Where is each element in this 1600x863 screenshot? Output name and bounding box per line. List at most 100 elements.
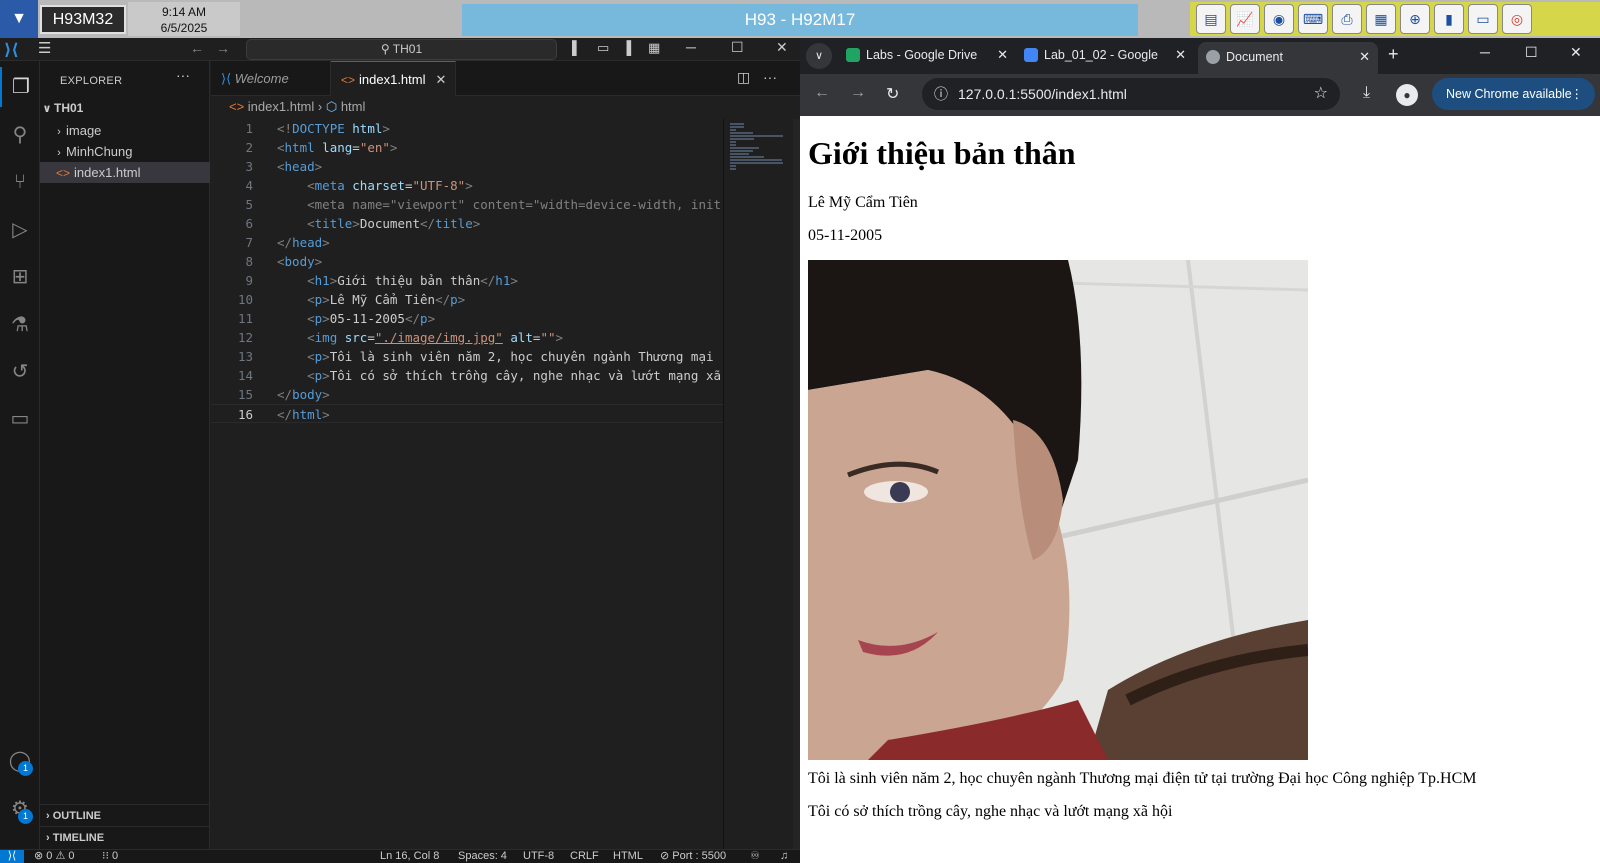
close-icon[interactable]: ✕	[1175, 40, 1186, 70]
code-line[interactable]: 6 <title>Document</title>	[211, 214, 726, 233]
notifications-bell-icon[interactable]: ♫	[780, 850, 788, 863]
update-chrome-button[interactable]: New Chrome available ⋮	[1432, 78, 1595, 110]
toggle-sidebar-icon[interactable]: ▌	[572, 40, 581, 55]
vertical-scrollbar[interactable]	[793, 119, 800, 863]
code-line[interactable]: 8 <body>	[211, 252, 726, 271]
code-line[interactable]: 1 <!DOCTYPE html>	[211, 119, 726, 138]
code-editor[interactable]: 1 <!DOCTYPE html> 2 <html lang="en"> 3 <head>…	[211, 119, 726, 639]
end-of-line[interactable]: CRLF	[570, 850, 599, 863]
close-icon[interactable]: ✕	[436, 72, 447, 87]
explorer-icon[interactable]: ❐	[0, 67, 40, 107]
code-line[interactable]: 14 <p>Tôi có sở thích trồng cây, nghe nh…	[211, 366, 726, 385]
close-icon[interactable]: ✕	[997, 40, 1008, 70]
google-drive-icon	[846, 48, 860, 62]
minimize-icon[interactable]: ─	[1480, 44, 1490, 60]
back-arrow-icon[interactable]: ←	[190, 40, 204, 56]
code-line[interactable]: 2 <html lang="en">	[211, 138, 726, 157]
code-line[interactable]: 3 <head>	[211, 157, 726, 176]
explorer-item-image[interactable]: › image	[40, 120, 210, 141]
address-bar[interactable]: ⓘ 127.0.0.1:5500/index1.html ☆	[922, 78, 1340, 110]
tab-index1-html[interactable]: <> index1.html ✕	[331, 61, 456, 96]
lifebuoy-icon[interactable]: ◎	[1502, 4, 1532, 34]
maximize-icon[interactable]: ☐	[1525, 44, 1538, 61]
settings-gear-icon[interactable]: ⚙	[0, 789, 40, 829]
forward-arrow-icon[interactable]: →	[850, 84, 866, 102]
globe-icon[interactable]: ⊕	[1400, 4, 1430, 34]
code-line[interactable]: 12 <img src="./image/img.jpg" alt="">	[211, 328, 726, 347]
back-arrow-icon[interactable]: ←	[814, 84, 830, 102]
code-line[interactable]: 11 <p>05-11-2005</p>	[211, 309, 726, 328]
run-debug-icon[interactable]: ▷	[0, 210, 40, 250]
minimize-icon[interactable]: ─	[686, 39, 696, 55]
printer-icon[interactable]: ⎙	[1332, 4, 1362, 34]
problems-indicator[interactable]: ⊗ 0 ⚠ 0	[34, 850, 74, 863]
bookmark-star-icon[interactable]: ☆	[1314, 78, 1328, 110]
live-server-port[interactable]: ⊘ Port : 5500	[660, 850, 726, 863]
tab-welcome[interactable]: ⟩⟨ Welcome	[211, 61, 331, 96]
split-editor-icon[interactable]: ◫	[737, 69, 750, 86]
code-line[interactable]: 15 </body>	[211, 385, 726, 404]
explorer-root-folder[interactable]: ∨ TH01	[40, 98, 210, 119]
explorer-item-index1-html[interactable]: <> index1.html	[40, 162, 210, 183]
extensions-icon[interactable]: ⊞	[0, 257, 40, 297]
tab-label: Welcome	[234, 71, 289, 86]
indentation[interactable]: Spaces: 4	[458, 850, 507, 863]
code-line[interactable]: 16 </html>	[211, 404, 726, 423]
code-line[interactable]: 9 <h1>Giới thiệu bản thân</h1>	[211, 271, 726, 290]
book-icon[interactable]: ▮	[1434, 4, 1464, 34]
chat-icon[interactable]: ▭	[1468, 4, 1498, 34]
minimap[interactable]	[723, 119, 785, 863]
encoding[interactable]: UTF-8	[523, 850, 554, 863]
command-center-search[interactable]: ⚲ TH01	[246, 39, 557, 60]
remote-explorer-icon[interactable]: ↺	[0, 352, 40, 392]
ports-indicator[interactable]: ⁝⁝ 0	[102, 850, 118, 863]
tab-google-docs[interactable]: Lab_01_02 - Google ✕	[1016, 40, 1194, 70]
close-icon[interactable]: ✕	[1570, 44, 1582, 61]
code-line[interactable]: 5 <meta name="viewport" content="width=d…	[211, 195, 726, 214]
language-mode[interactable]: HTML	[613, 850, 643, 863]
more-actions-icon[interactable]: ···	[176, 67, 190, 83]
search-icon[interactable]: ⚲	[0, 115, 40, 155]
source-control-icon[interactable]: ⑂	[0, 162, 40, 202]
tab-search-chevron-icon[interactable]: ∨	[806, 43, 832, 69]
close-icon[interactable]: ✕	[776, 39, 788, 56]
disc-icon[interactable]: ◉	[1264, 4, 1294, 34]
chat-icon[interactable]: ▭	[0, 399, 40, 439]
line-content: <meta charset="UTF-8">	[307, 178, 473, 193]
line-number: 5	[245, 197, 253, 212]
cursor-position[interactable]: Ln 16, Col 8	[380, 850, 439, 863]
new-tab-plus-icon[interactable]: +	[1388, 44, 1399, 65]
outline-section[interactable]: › OUTLINE	[40, 804, 210, 826]
tab-document[interactable]: Document ✕	[1198, 42, 1378, 74]
testing-icon[interactable]: ⚗	[0, 305, 40, 345]
close-icon[interactable]: ✕	[1359, 42, 1370, 72]
tab-google-drive[interactable]: Labs - Google Drive ✕	[838, 40, 1016, 70]
download-icon[interactable]: ⤓	[1363, 84, 1370, 102]
keyboard-icon[interactable]: ⌨	[1298, 4, 1328, 34]
code-line[interactable]: 13 <p>Tôi là sinh viên năm 2, học chuyên…	[211, 347, 726, 366]
explorer-item-minhchung[interactable]: › MinhChung	[40, 141, 210, 162]
copilot-icon[interactable]: ♾	[750, 850, 760, 863]
toggle-panel-icon[interactable]: ▭	[597, 40, 609, 56]
code-line[interactable]: 10 <p>Lê Mỹ Cẩm Tiên</p>	[211, 290, 726, 309]
reload-icon[interactable]: ↻	[886, 84, 899, 104]
remote-indicator-icon[interactable]: ⟩⟨	[0, 850, 24, 863]
site-info-icon[interactable]: ⓘ	[934, 78, 948, 110]
window-icon[interactable]: ▦	[1366, 4, 1396, 34]
breadcrumb-symbol[interactable]: html	[341, 99, 366, 114]
profile-avatar-icon[interactable]: ●	[1396, 84, 1418, 106]
accounts-icon[interactable]: ◯	[0, 741, 40, 781]
chart-icon[interactable]: 📈	[1230, 4, 1260, 34]
code-line[interactable]: 4 <meta charset="UTF-8">	[211, 176, 726, 195]
code-line[interactable]: 7 </head>	[211, 233, 726, 252]
forward-arrow-icon[interactable]: →	[216, 40, 230, 56]
customize-layout-icon[interactable]: ▦	[648, 40, 660, 56]
toggle-secondary-sidebar-icon[interactable]: ▐	[622, 40, 631, 55]
maximize-icon[interactable]: ☐	[731, 39, 744, 56]
more-actions-icon[interactable]: ···	[763, 69, 777, 85]
hamburger-menu-icon[interactable]: ☰	[38, 39, 51, 57]
clipboard-icon[interactable]: ▤	[1196, 4, 1226, 34]
timeline-section[interactable]: › TIMELINE	[40, 826, 210, 848]
remote-menu-icon[interactable]: ▼	[0, 0, 38, 38]
breadcrumb-file[interactable]: index1.html	[248, 99, 314, 114]
